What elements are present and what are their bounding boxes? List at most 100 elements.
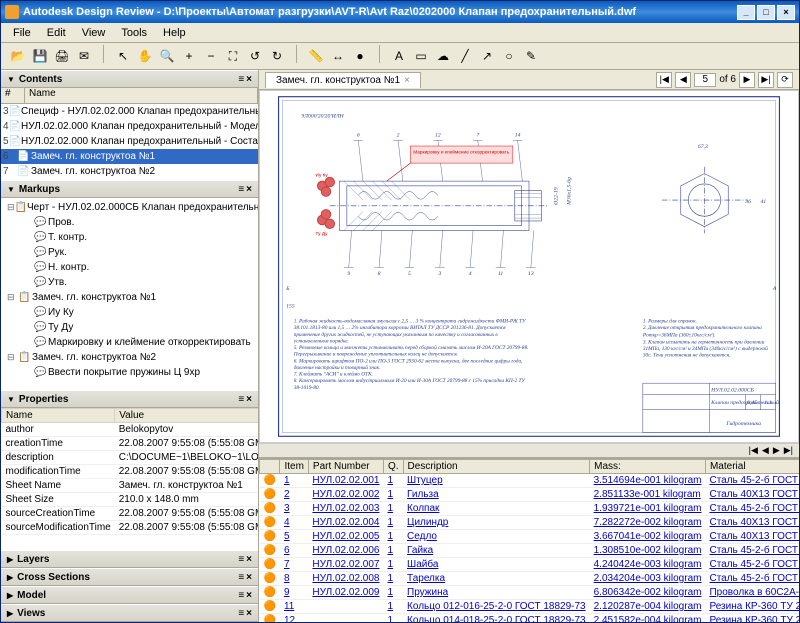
- sheet-last[interactable]: ▶|: [784, 445, 793, 456]
- markup-row[interactable]: 💬Утв.: [3, 275, 256, 290]
- drawing-canvas[interactable]: Б 155 А 9Л000'20'20'ИЛН: [259, 90, 799, 443]
- pan-tool[interactable]: ✋: [135, 46, 155, 66]
- markup-row[interactable]: ⊟📋Замеч. гл. конструктоа №1: [3, 290, 256, 305]
- col-name[interactable]: Name: [25, 88, 258, 103]
- col-item[interactable]: Item: [280, 460, 308, 474]
- table-row[interactable]: 🟠 9 НУЛ.02.02.009 1 Пружина 6.806342e-00…: [260, 586, 800, 600]
- zoom-out[interactable]: −: [201, 46, 221, 66]
- tab-close-icon[interactable]: ×: [404, 75, 410, 86]
- zoom-in[interactable]: +: [179, 46, 199, 66]
- markup-row[interactable]: 💬Ввести покрытие пружины Ц 9хр: [3, 365, 256, 380]
- fit-button[interactable]: ⛶: [223, 46, 243, 66]
- open-button[interactable]: 📂: [8, 46, 28, 66]
- stamp-tool[interactable]: ●: [350, 46, 370, 66]
- refresh-button[interactable]: ⟳: [777, 72, 793, 88]
- measure-tool[interactable]: 📏: [306, 46, 326, 66]
- sheet-next[interactable]: ▶: [773, 445, 780, 456]
- text-tool[interactable]: A: [389, 46, 409, 66]
- panel-menu-icon[interactable]: ≡: [238, 184, 244, 195]
- panel-close-icon[interactable]: ×: [246, 394, 252, 405]
- first-page-button[interactable]: |◀: [656, 72, 672, 88]
- markup-row[interactable]: 💬Пров.: [3, 215, 256, 230]
- menu-file[interactable]: File: [5, 25, 39, 41]
- active-tab[interactable]: Замеч. гл. конструктоа №1 ×: [265, 72, 421, 88]
- rotate-cw[interactable]: ↻: [267, 46, 287, 66]
- page-input[interactable]: [694, 73, 716, 87]
- markups-panel-header[interactable]: ▼ Markups ≡×: [1, 180, 258, 198]
- cloud-tool[interactable]: ☁: [433, 46, 453, 66]
- menu-tools[interactable]: Tools: [113, 25, 155, 41]
- table-row[interactable]: 🟠 4 НУЛ.02.02.004 1 Цилиндр 7.282272e-00…: [260, 516, 800, 530]
- markup-cloud-2[interactable]: Ту Ду: [316, 210, 335, 238]
- mail-button[interactable]: ✉: [74, 46, 94, 66]
- shape-tool[interactable]: ○: [499, 46, 519, 66]
- col-qty[interactable]: Q.: [383, 460, 403, 474]
- views-panel-header[interactable]: ▶Views≡×: [1, 604, 258, 622]
- panel-close-icon[interactable]: ×: [246, 74, 252, 85]
- last-page-button[interactable]: ▶|: [758, 72, 774, 88]
- contents-row[interactable]: 6📄Замеч. гл. конструктоа №1: [1, 149, 258, 164]
- markup-row[interactable]: 💬Иу Ку: [3, 305, 256, 320]
- dimension-tool[interactable]: ↔: [328, 46, 348, 66]
- markup-row[interactable]: 💬Маркировку и клеймение откорректировать: [3, 335, 256, 350]
- zoom-tool[interactable]: 🔍: [157, 46, 177, 66]
- print-button[interactable]: 🖨: [52, 46, 72, 66]
- markup-row[interactable]: 💬Т. контр.: [3, 230, 256, 245]
- markup-row[interactable]: ⊟📋Замеч. гл. конструктоа №2: [3, 350, 256, 365]
- table-row[interactable]: 🟠 3 НУЛ.02.02.003 1 Колпак 1.939721e-001…: [260, 502, 800, 516]
- table-row[interactable]: 🟠 6 НУЛ.02.02.006 1 Гайка 1.308510e-002 …: [260, 544, 800, 558]
- col-mass[interactable]: Mass:: [590, 460, 706, 474]
- arrow-tool[interactable]: ↗: [477, 46, 497, 66]
- cross-sections-panel-header[interactable]: ▶Cross Sections≡×: [1, 568, 258, 586]
- contents-row[interactable]: 7📄Замеч. гл. конструктоа №2: [1, 164, 258, 179]
- col-num[interactable]: #: [1, 88, 25, 103]
- sheet-nav-strip: |◀ ◀ ▶ ▶|: [259, 443, 799, 457]
- contents-panel-header[interactable]: ▼ Contents ≡×: [1, 70, 258, 88]
- markup-row[interactable]: ⊟📋Черт - НУЛ.02.02.000СБ Клапан предохра…: [3, 200, 256, 215]
- toolbars: 📂 💾 🖨 ✉ ↖ ✋ 🔍 + − ⛶ ↺ ↻ 📏 ↔ ● A ▭ ☁ ╱: [1, 43, 799, 70]
- freehand-tool[interactable]: ✎: [521, 46, 541, 66]
- minimize-button[interactable]: _: [737, 5, 755, 20]
- properties-panel-header[interactable]: ▼ Properties ≡×: [1, 390, 258, 408]
- markup-callout[interactable]: Маркировку и клеймение откорректировать: [387, 146, 513, 181]
- sheet-first[interactable]: |◀: [749, 445, 758, 456]
- markup-row[interactable]: 💬Н. контр.: [3, 260, 256, 275]
- next-page-button[interactable]: ▶: [739, 72, 755, 88]
- sheet-prev[interactable]: ◀: [762, 445, 769, 456]
- contents-row[interactable]: 4📄НУЛ.02.02.000 Клапан предохранительный…: [1, 119, 258, 134]
- panel-menu-icon[interactable]: ≡: [238, 394, 244, 405]
- table-row[interactable]: 🟠 11 1 Кольцо 012-016-25-2-0 ГОСТ 18829-…: [260, 600, 800, 614]
- page-total: of 6: [719, 74, 736, 85]
- contents-row[interactable]: 3📄Специф - НУЛ.02.02.000 Клапан предохра…: [1, 104, 258, 119]
- maximize-button[interactable]: □: [757, 5, 775, 20]
- table-row[interactable]: 🟠 2 НУЛ.02.02.002 1 Гильза 2.851133e-001…: [260, 488, 800, 502]
- menu-view[interactable]: View: [74, 25, 114, 41]
- line-tool[interactable]: ╱: [455, 46, 475, 66]
- layers-panel-header[interactable]: ▶Layers≡×: [1, 550, 258, 568]
- table-row[interactable]: 🟠 1 НУЛ.02.02.001 1 Штуцер 3.514694e-001…: [260, 474, 800, 488]
- svg-text:0,45: 0,45: [747, 400, 757, 406]
- markup-row[interactable]: 💬Ту Ду: [3, 320, 256, 335]
- col-partnumber[interactable]: Part Number: [308, 460, 383, 474]
- table-row[interactable]: 🟠 7 НУЛ.02.02.007 1 Шайба 4.240424e-003 …: [260, 558, 800, 572]
- panel-menu-icon[interactable]: ≡: [238, 74, 244, 85]
- menu-help[interactable]: Help: [155, 25, 194, 41]
- save-button[interactable]: 💾: [30, 46, 50, 66]
- prev-page-button[interactable]: ◀: [675, 72, 691, 88]
- table-row[interactable]: 🟠 5 НУЛ.02.02.005 1 Седло 3.667041e-002 …: [260, 530, 800, 544]
- property-row: authorBelokopytov: [2, 423, 259, 437]
- rotate-ccw[interactable]: ↺: [245, 46, 265, 66]
- table-row[interactable]: 🟠 12 1 Кольцо 014-018-25-2-0 ГОСТ 18829-…: [260, 614, 800, 623]
- select-tool[interactable]: ↖: [113, 46, 133, 66]
- col-material[interactable]: Material: [705, 460, 799, 474]
- contents-row[interactable]: 5📄НУЛ.02.02.000 Клапан предохранительный…: [1, 134, 258, 149]
- table-row[interactable]: 🟠 8 НУЛ.02.02.008 1 Тарелка 2.034204e-00…: [260, 572, 800, 586]
- highlight-tool[interactable]: ▭: [411, 46, 431, 66]
- close-button[interactable]: ×: [777, 5, 795, 20]
- panel-close-icon[interactable]: ×: [246, 184, 252, 195]
- markup-row[interactable]: 💬Рук.: [3, 245, 256, 260]
- menu-edit[interactable]: Edit: [39, 25, 74, 41]
- markup-cloud-1[interactable]: Иу Ку: [316, 172, 335, 196]
- model-panel-header[interactable]: ▶Model≡×: [1, 586, 258, 604]
- col-description[interactable]: Description: [403, 460, 590, 474]
